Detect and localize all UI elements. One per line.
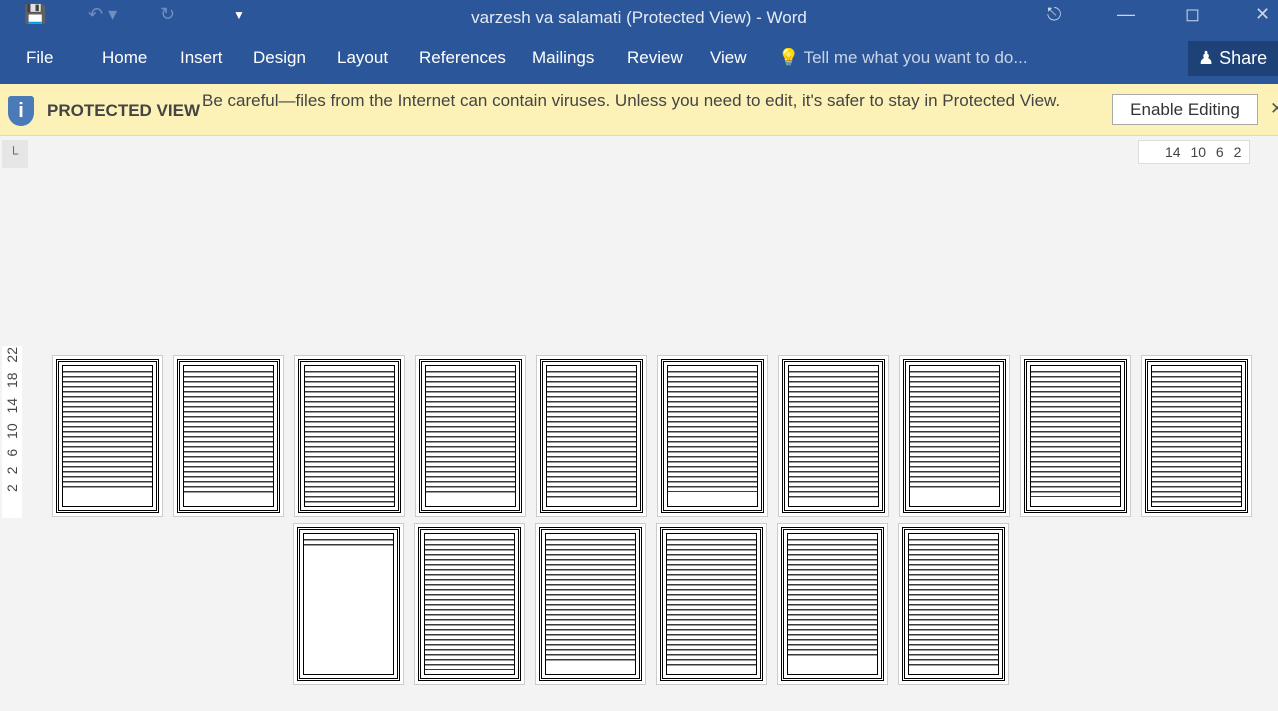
page-border — [781, 527, 884, 681]
page-thumbnail[interactable] — [898, 523, 1009, 685]
page-thumbnail[interactable] — [656, 523, 767, 685]
tab-home[interactable]: Home — [102, 48, 147, 68]
page-text — [63, 369, 152, 489]
tell-me-search[interactable]: 💡 Tell me what you want to do... — [778, 48, 1028, 68]
page-text — [305, 369, 394, 503]
page-thumbnail[interactable] — [293, 523, 404, 685]
page-thumbnail[interactable] — [415, 355, 526, 517]
page-border — [903, 359, 1006, 513]
page-text — [425, 537, 514, 670]
page-border — [660, 527, 763, 681]
page-thumbnail[interactable] — [778, 355, 889, 517]
page-thumbnail[interactable] — [777, 523, 888, 685]
page-text — [667, 537, 756, 668]
close-bar-icon[interactable]: ✕ — [1270, 99, 1278, 119]
tab-references[interactable]: References — [419, 48, 506, 68]
share-button[interactable]: ♟ Share — [1188, 41, 1278, 76]
enable-editing-button[interactable]: Enable Editing — [1112, 94, 1258, 125]
horizontal-ruler[interactable]: 14 10 6 2 — [1138, 140, 1250, 164]
page-border — [177, 359, 280, 513]
window-title: varzesh va salamati (Protected View) - W… — [471, 8, 807, 27]
ribbon-display-icon[interactable]: ⎋ — [1047, 4, 1061, 25]
page-thumbnail[interactable] — [1141, 355, 1252, 517]
page-border — [418, 527, 521, 681]
ruler-numbers: 14 10 6 2 — [1165, 144, 1242, 160]
maximize-button[interactable]: ◻ — [1185, 4, 1200, 25]
tab-file[interactable]: File — [26, 48, 53, 68]
page-border — [661, 359, 764, 513]
page-text — [788, 537, 877, 659]
page-thumbnail[interactable] — [536, 355, 647, 517]
protected-view-bar: i PROTECTED VIEW Be careful—files from t… — [0, 84, 1278, 136]
page-border — [782, 359, 885, 513]
page-text — [304, 537, 393, 549]
page-text — [910, 369, 999, 490]
tab-mailings[interactable]: Mailings — [532, 48, 594, 68]
page-thumbnail[interactable] — [173, 355, 284, 517]
lightbulb-icon: 💡 — [778, 48, 800, 67]
page-thumbnail[interactable] — [294, 355, 405, 517]
page-border — [56, 359, 159, 513]
page-border — [298, 359, 401, 513]
page-text — [909, 537, 998, 666]
page-thumbnail[interactable] — [535, 523, 646, 685]
page-thumbnail[interactable] — [52, 355, 163, 517]
page-text — [1152, 369, 1241, 504]
page-text — [1031, 369, 1120, 497]
share-label: Share — [1219, 48, 1268, 68]
page-text — [546, 537, 635, 661]
close-button[interactable]: ✕ — [1255, 4, 1270, 25]
shield-info-icon: i — [8, 96, 34, 126]
tab-design[interactable]: Design — [253, 48, 306, 68]
ruler-numbers: 2 2 6 10 14 18 22 — [4, 347, 20, 492]
title-bar: 💾 ↶ ▾ ↻ ▼ varzesh va salamati (Protected… — [0, 0, 1278, 84]
page-border — [297, 527, 400, 681]
page-thumbnail[interactable] — [414, 523, 525, 685]
page-thumbnail[interactable] — [657, 355, 768, 517]
person-add-icon: ♟ — [1198, 48, 1215, 68]
page-border — [1145, 359, 1248, 513]
page-text — [789, 369, 878, 499]
page-border — [539, 527, 642, 681]
tab-insert[interactable]: Insert — [180, 48, 223, 68]
page-text — [547, 369, 636, 501]
protected-view-message: Be careful—files from the Internet can c… — [202, 91, 1061, 110]
protected-view-label: PROTECTED VIEW — [47, 101, 201, 120]
tell-me-text: Tell me what you want to do... — [803, 48, 1028, 67]
minimize-button[interactable]: — — [1117, 4, 1135, 25]
page-border — [419, 359, 522, 513]
vertical-ruler[interactable]: 2 2 6 10 14 18 22 — [2, 346, 22, 518]
tab-view[interactable]: View — [710, 48, 747, 68]
page-text — [426, 369, 515, 494]
tab-selector[interactable]: └ — [2, 140, 28, 168]
tab-layout[interactable]: Layout — [337, 48, 388, 68]
page-thumbnail[interactable] — [899, 355, 1010, 517]
page-border — [540, 359, 643, 513]
page-thumbnail[interactable] — [1020, 355, 1131, 517]
page-text — [184, 369, 273, 496]
page-border — [902, 527, 1005, 681]
page-text — [668, 369, 757, 492]
tab-review[interactable]: Review — [627, 48, 683, 68]
page-border — [1024, 359, 1127, 513]
